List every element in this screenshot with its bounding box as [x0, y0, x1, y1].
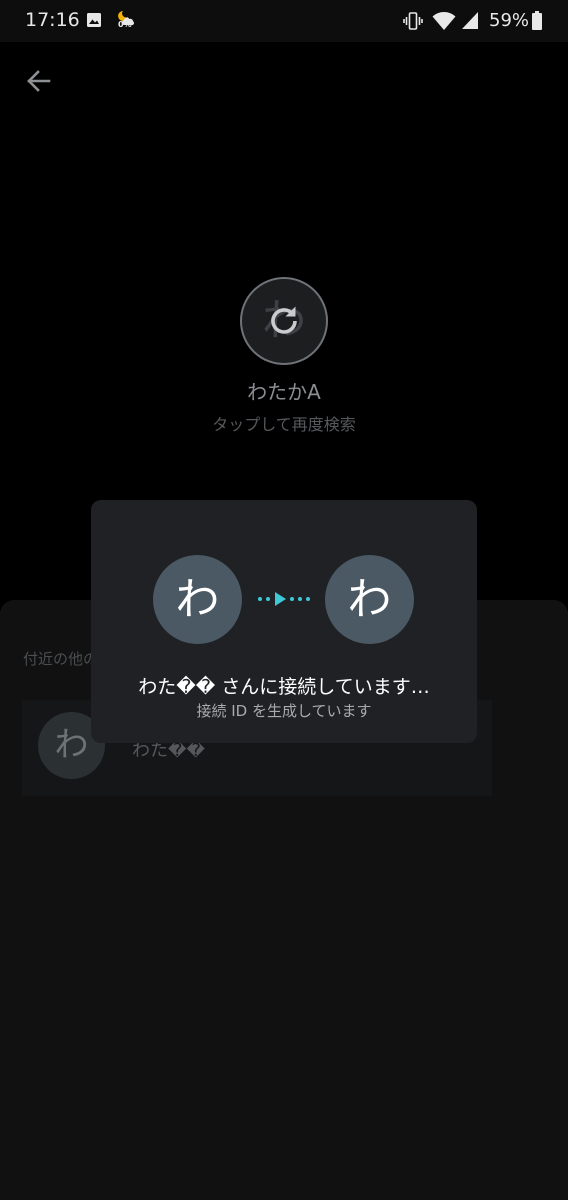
- avatar: わ: [153, 555, 242, 644]
- cell-signal-icon: [462, 12, 478, 29]
- device-name: わたかA: [247, 380, 321, 404]
- arrow-back-icon[interactable]: [22, 64, 56, 98]
- status-bar: 17:16 0% 59%: [0, 0, 568, 42]
- rescan-avatar-button[interactable]: わ: [240, 277, 328, 365]
- refresh-icon: [271, 306, 297, 334]
- dialog-title: わた�� さんに接続しています…: [138, 676, 430, 698]
- dialog-subtitle: 接続 ID を生成しています: [196, 702, 372, 720]
- status-time: 17:16: [25, 9, 80, 31]
- wifi-icon: [432, 12, 456, 30]
- screen: 17:16 0% 59% わ わたかA タップして再度検索 付近の他 わ わた�…: [0, 0, 568, 1200]
- gallery-icon: [87, 13, 101, 27]
- battery-percent: 59%: [489, 10, 530, 31]
- connection-arrow-icon: [258, 592, 310, 606]
- avatar: わ: [325, 555, 414, 644]
- connecting-dialog: わ わ わた�� さんに接続しています… 接続 ID を生成しています: [91, 500, 477, 743]
- vibrate-icon: [403, 12, 423, 30]
- weather-label: 0%: [118, 20, 132, 29]
- battery-icon: [532, 11, 542, 30]
- rescan-hint: タップして再度検索: [212, 415, 356, 434]
